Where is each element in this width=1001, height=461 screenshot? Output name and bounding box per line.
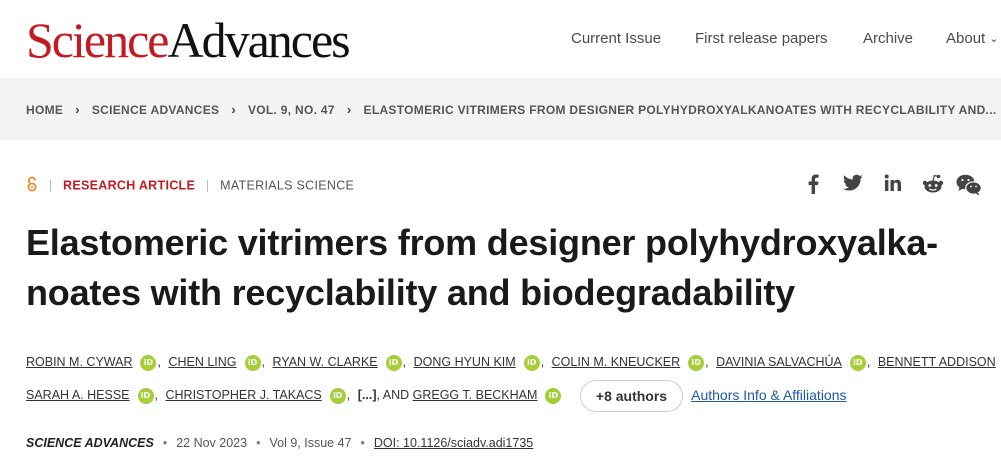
wechat-icon[interactable] [956, 174, 982, 198]
linkedin-icon[interactable] [880, 174, 906, 198]
author-link[interactable]: Dong Hyun Kim [414, 355, 516, 369]
article-meta: RESEARCH ARTICLE MATERIALS SCIENCE [26, 176, 354, 195]
publication-info: SCIENCE ADVANCES • 22 Nov 2023 • Vol 9, Issu… [26, 436, 533, 450]
article-title-line-2: noates with recyclability and biodegrada… [26, 272, 795, 313]
author-list: Robin M. Cywar iD, Chen Ling iD, Ryan W. C… [26, 346, 1001, 412]
divider [50, 179, 51, 192]
more-authors-button[interactable]: +8 authors [579, 379, 684, 412]
separator-dot: • [256, 436, 261, 450]
orcid-icon[interactable]: iD [688, 354, 705, 371]
nav-about-label: About [946, 30, 986, 47]
nav-about[interactable]: About ⌄ [946, 30, 998, 47]
logo-advances-text: Advances [167, 12, 350, 68]
separator-dot: • [360, 436, 365, 450]
pub-date: 22 Nov 2023 [176, 436, 248, 450]
divider [207, 179, 209, 192]
breadcrumb-current: ELASTOMERIC VITRIMERS FROM DESIGNER POLY… [363, 103, 997, 117]
authors-affiliations-link[interactable]: Authors Info & Affiliations [691, 387, 846, 403]
author-link[interactable]: Sarah A. Hesse [26, 388, 130, 402]
chevron-right-icon: › [75, 102, 80, 117]
open-access-icon [26, 176, 38, 195]
separator-dot: • [162, 436, 168, 450]
orcid-icon[interactable]: iD [545, 387, 562, 404]
author-row: Sarah A. Hesse iD, Christopher J. Takacs i… [26, 379, 1001, 412]
article-title-line-1: Elastomeric vitrimers from designer poly… [26, 222, 938, 263]
and-label: , AND [376, 388, 410, 402]
twitter-icon[interactable] [840, 174, 866, 198]
logo-science-text: Science [26, 12, 169, 68]
breadcrumb-journal[interactable]: SCIENCE ADVANCES [92, 103, 219, 117]
article-title: Elastomeric vitrimers from designer poly… [26, 218, 996, 318]
orcid-icon[interactable]: iD [523, 354, 540, 371]
author-row: Robin M. Cywar iD, Chen Ling iD, Ryan W. C… [26, 354, 996, 371]
author-link[interactable]: Colin M. Kneucker [552, 355, 681, 369]
breadcrumb-issue[interactable]: VOL. 9, NO. 47 [248, 103, 335, 117]
author-link[interactable]: Gregg T. Beckham [413, 388, 538, 402]
nav-first-release-papers[interactable]: First release papers [695, 30, 828, 47]
author-ellipsis[interactable]: [...] [358, 388, 377, 402]
author-link[interactable]: Davinia Salvachúa [716, 355, 842, 369]
orcid-icon[interactable]: iD [244, 354, 261, 371]
author-link[interactable]: Bennett Addison [878, 355, 996, 369]
doi-link[interactable]: DOI: 10.1126/sciadv.adi1735 [374, 436, 533, 450]
author-link[interactable]: Ryan W. Clarke [273, 355, 378, 369]
science-advances-logo[interactable]: ScienceAdvances [26, 12, 351, 68]
author-link[interactable]: Christopher J. Takacs [165, 388, 321, 402]
nav-archive[interactable]: Archive [863, 30, 913, 47]
subject-label[interactable]: MATERIALS SCIENCE [220, 179, 354, 193]
orcid-icon[interactable]: iD [137, 387, 154, 404]
chevron-right-icon: › [231, 102, 236, 117]
orcid-icon[interactable]: iD [140, 354, 157, 371]
breadcrumb-home[interactable]: HOME [26, 103, 63, 117]
article-type[interactable]: RESEARCH ARTICLE [63, 179, 195, 193]
orcid-icon[interactable]: iD [329, 387, 346, 404]
nav-current-issue[interactable]: Current Issue [571, 30, 661, 47]
reddit-icon[interactable] [920, 174, 946, 198]
orcid-icon[interactable]: iD [849, 354, 866, 371]
author-link[interactable]: Robin M. Cywar [26, 355, 132, 369]
site-header: ScienceAdvances Current Issue First rele… [0, 0, 1001, 78]
author-link[interactable]: Chen Ling [168, 355, 236, 369]
breadcrumb-band: HOME › SCIENCE ADVANCES › VOL. 9, NO. 47 › ELA… [0, 78, 1001, 140]
journal-name[interactable]: SCIENCE ADVANCES [26, 436, 154, 450]
facebook-icon[interactable] [800, 174, 826, 198]
volume-issue[interactable]: Vol 9, Issue 47 [269, 436, 351, 450]
breadcrumb: HOME › SCIENCE ADVANCES › VOL. 9, NO. 47 › ELA… [26, 102, 996, 117]
chevron-right-icon: › [346, 102, 352, 117]
orcid-icon[interactable]: iD [385, 354, 402, 371]
chevron-down-icon: ⌄ [989, 33, 999, 45]
